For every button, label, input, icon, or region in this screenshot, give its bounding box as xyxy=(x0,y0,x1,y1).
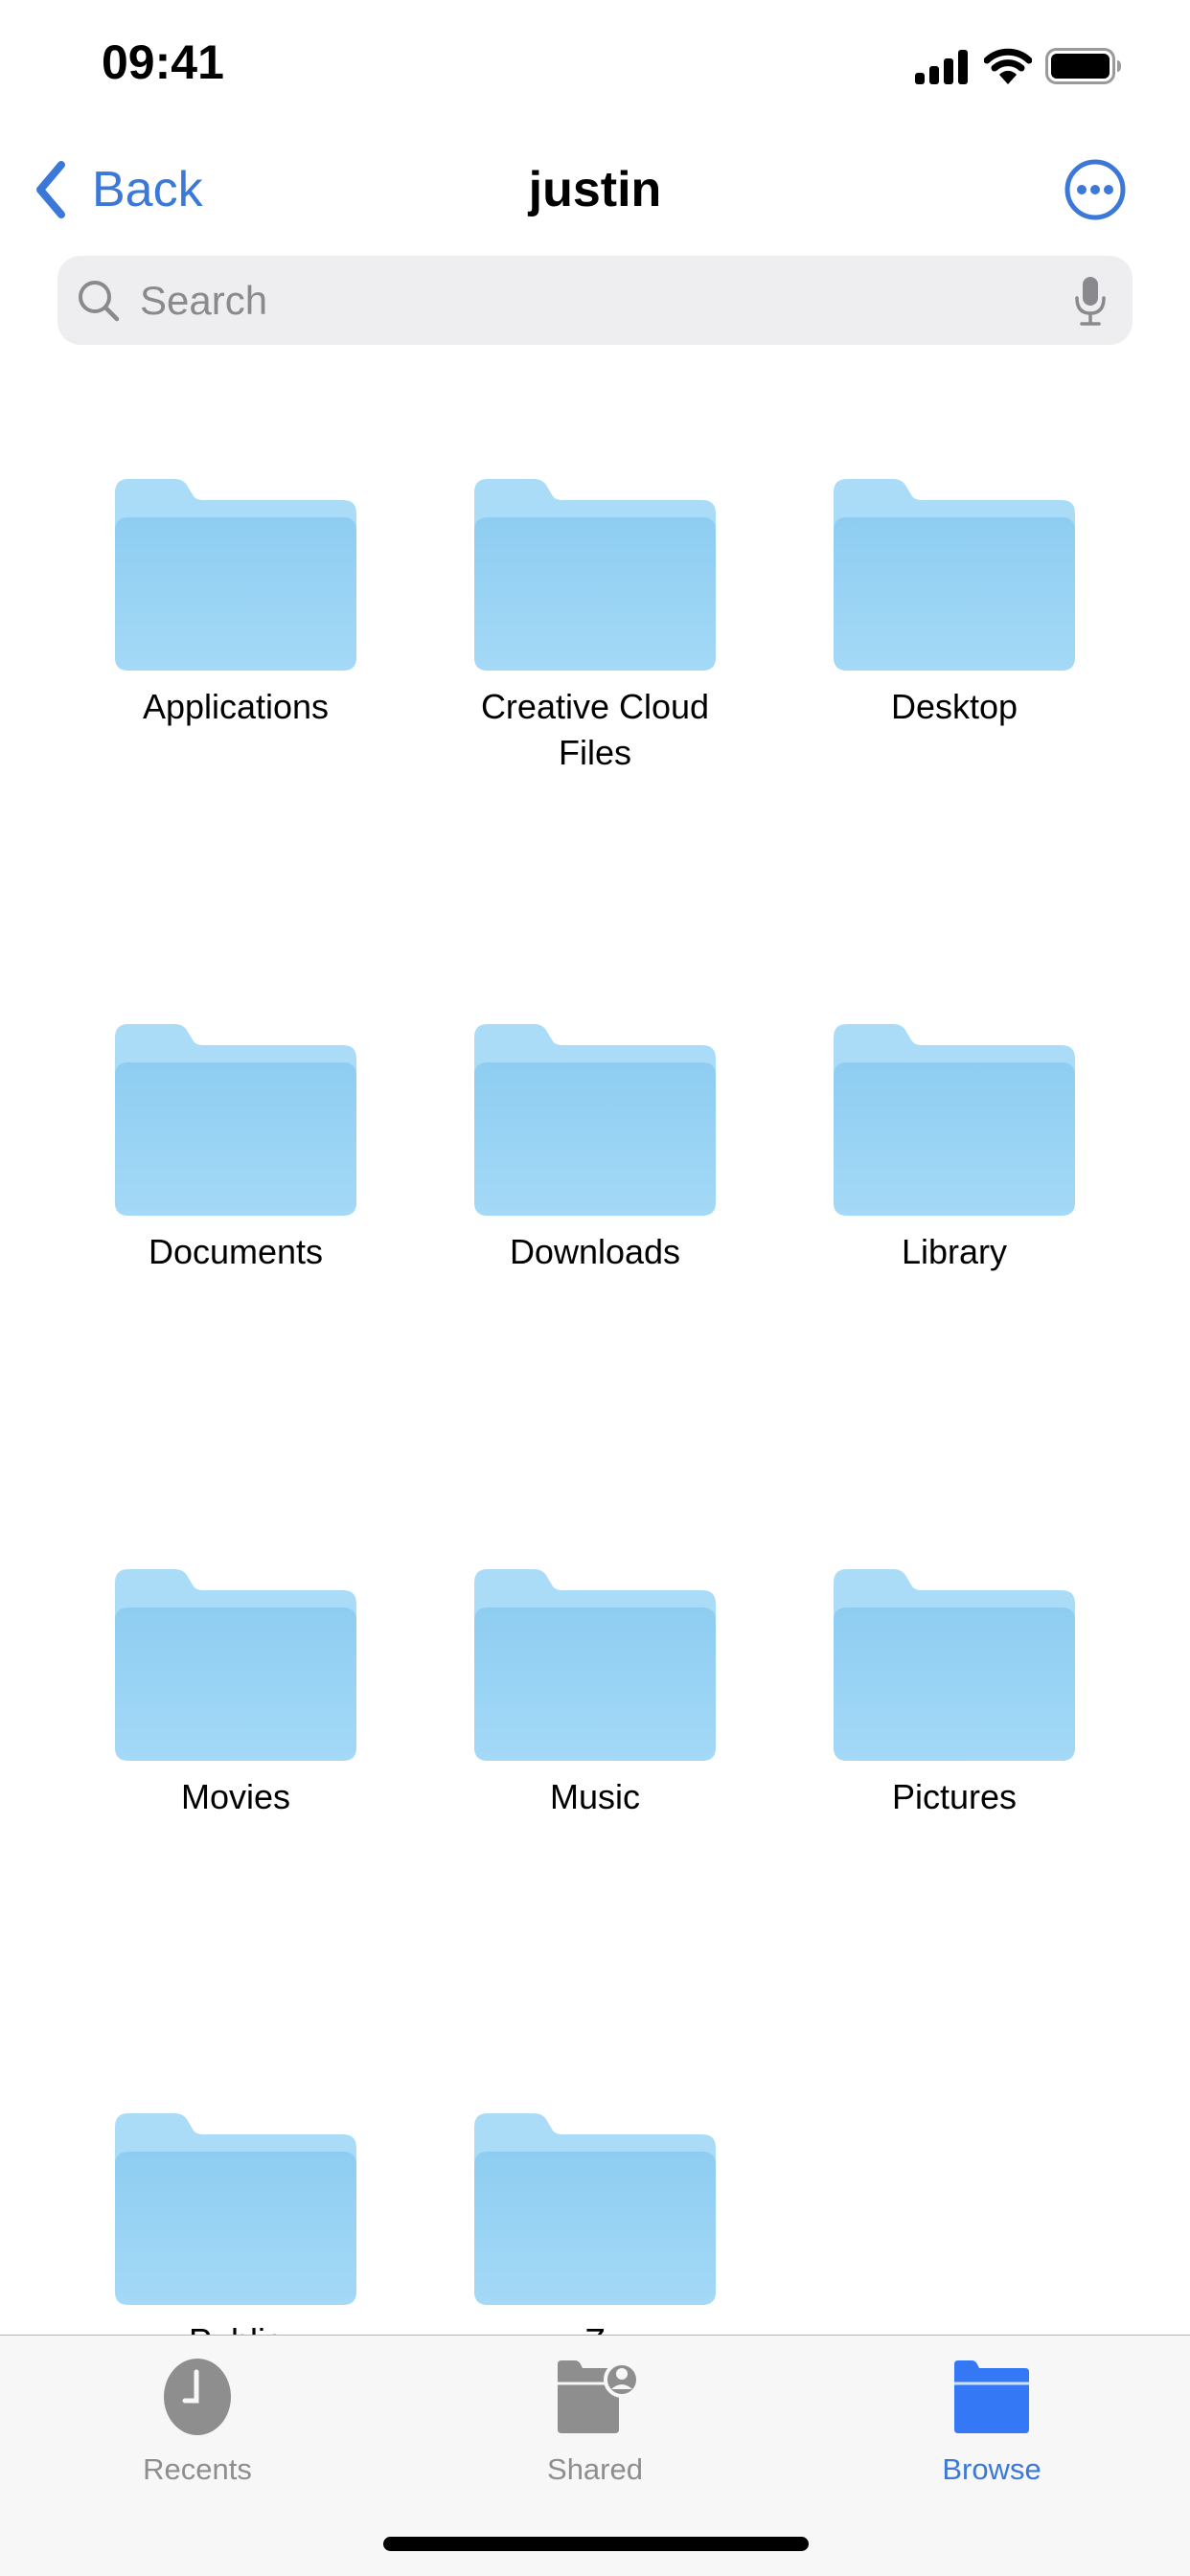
folder-item[interactable]: Z xyxy=(442,2113,748,2364)
shared-folder-icon xyxy=(558,2360,638,2433)
folder-icon xyxy=(474,1024,716,1216)
cellular-signal-icon xyxy=(915,50,968,84)
folder-label: Library xyxy=(901,1232,1008,1271)
folder-icon xyxy=(954,2360,1029,2433)
microphone-icon[interactable] xyxy=(1073,275,1108,327)
tab-browse[interactable]: Browse xyxy=(877,2359,1107,2487)
folder-label: Documents xyxy=(148,1232,324,1271)
folder-icon xyxy=(115,1024,356,1216)
folder-item[interactable]: Desktop xyxy=(801,479,1108,730)
folder-icon xyxy=(115,2113,356,2305)
back-label: Back xyxy=(92,161,203,217)
tab-label: Shared xyxy=(547,2452,643,2486)
chevron-left-icon xyxy=(36,160,65,218)
search-input[interactable] xyxy=(138,270,1073,331)
folder-item[interactable]: Public xyxy=(82,2113,389,2364)
tab-label: Browse xyxy=(942,2452,1041,2486)
folder-icon xyxy=(115,1569,356,1761)
folder-label: Pictures xyxy=(891,1777,1018,1816)
back-button[interactable]: Back xyxy=(34,153,203,225)
folder-icon xyxy=(474,479,716,671)
folder-item[interactable]: Movies xyxy=(82,1569,389,1820)
folder-label: Creative Cloud Files xyxy=(480,687,710,772)
folder-item[interactable]: Applications xyxy=(82,479,389,730)
folder-icon xyxy=(474,2113,716,2305)
folder-item[interactable]: Downloads xyxy=(442,1024,748,1275)
ellipsis-circle-icon xyxy=(1064,159,1126,220)
folder-icon xyxy=(834,1024,1075,1216)
folder-label: Desktop xyxy=(890,687,1018,726)
folder-label: Music xyxy=(549,1777,640,1816)
folder-item[interactable]: Documents xyxy=(82,1024,389,1275)
folder-item[interactable]: Pictures xyxy=(801,1569,1108,1820)
folder-icon xyxy=(115,479,356,671)
more-button[interactable] xyxy=(1064,158,1127,221)
tab-label: Recents xyxy=(143,2452,252,2486)
tab-recents[interactable]: Recents xyxy=(82,2359,312,2487)
search-icon xyxy=(79,280,120,321)
status-icons xyxy=(915,46,1122,84)
folder-item[interactable]: Creative Cloud Files xyxy=(442,479,748,776)
home-indicator xyxy=(383,2537,809,2551)
tab-shared[interactable]: Shared xyxy=(480,2359,710,2487)
wifi-icon xyxy=(984,48,1032,84)
folder-icon xyxy=(474,1569,716,1761)
battery-icon xyxy=(1045,48,1121,84)
folder-icon xyxy=(834,479,1075,671)
status-time: 09:41 xyxy=(102,35,224,89)
folder-label: Downloads xyxy=(509,1232,681,1271)
clock-icon xyxy=(164,2359,231,2435)
folder-item[interactable]: Music xyxy=(442,1569,748,1820)
folder-label: Movies xyxy=(180,1777,291,1816)
folder-item[interactable]: Library xyxy=(801,1024,1108,1275)
search-bar[interactable] xyxy=(57,256,1133,345)
folder-label: Applications xyxy=(142,687,330,726)
folder-icon xyxy=(834,1569,1075,1761)
